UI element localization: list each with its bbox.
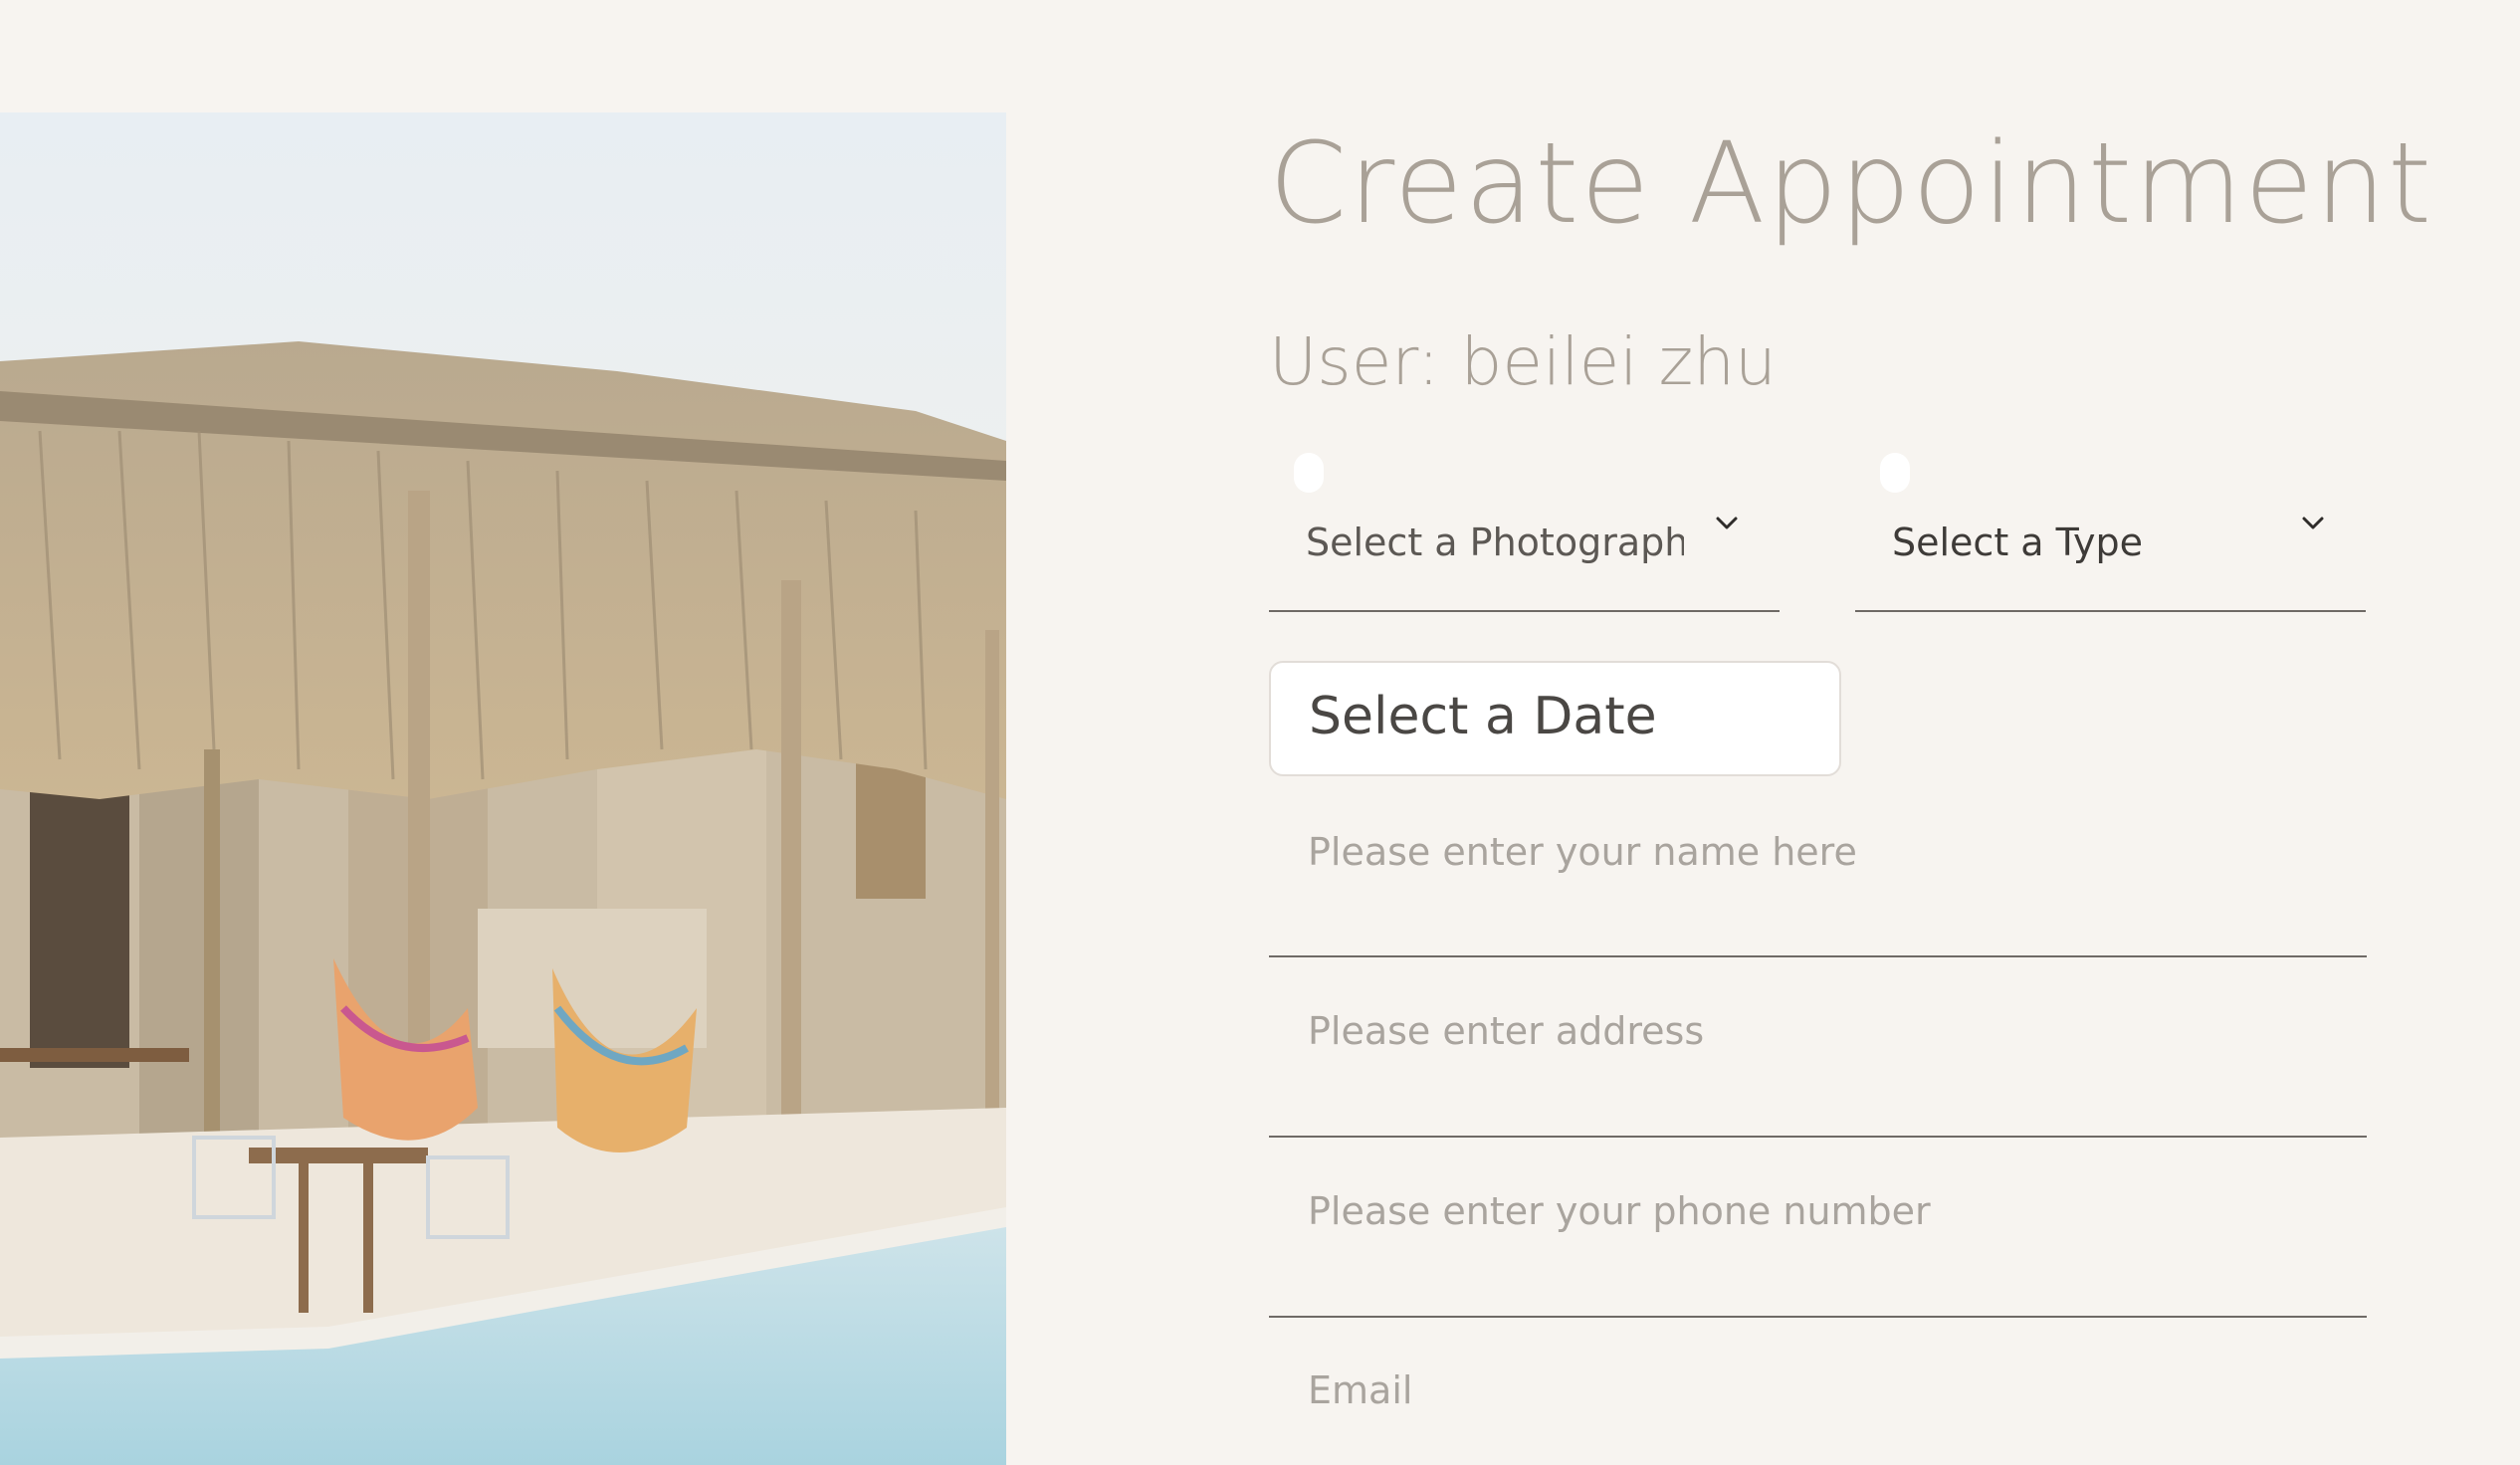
address-field-container	[1269, 995, 2367, 1138]
type-select-value: Select a Type	[1892, 521, 2143, 564]
page-title: Create Appointment	[1269, 119, 2433, 249]
photographer-select-value: Select a Photographr	[1306, 521, 1684, 564]
date-picker-field[interactable]: Select a Date	[1269, 661, 1841, 776]
select-handle	[1880, 453, 1910, 493]
phone-input[interactable]	[1269, 1175, 2367, 1247]
address-input[interactable]	[1269, 995, 2367, 1067]
photographer-select[interactable]: Select a Photographr	[1269, 453, 1780, 612]
type-select[interactable]: Select a Type	[1855, 453, 2366, 612]
email-input[interactable]	[1269, 1355, 2367, 1426]
current-user-label: User: beilei zhu	[1269, 323, 1777, 400]
appointment-page: Create Appointment User: beilei zhu Sele…	[0, 0, 2520, 1465]
chevron-down-icon	[1716, 517, 1738, 529]
date-picker-value: Select a Date	[1309, 687, 1657, 746]
phone-field-container	[1269, 1175, 2367, 1318]
select-handle	[1294, 453, 1324, 493]
chevron-down-icon	[2302, 517, 2324, 529]
hero-photo	[0, 112, 1006, 1465]
email-field-container	[1269, 1355, 2367, 1465]
name-input[interactable]	[1269, 816, 2367, 888]
name-field-container	[1269, 816, 2367, 957]
palapa-pool-image	[0, 112, 1006, 1465]
